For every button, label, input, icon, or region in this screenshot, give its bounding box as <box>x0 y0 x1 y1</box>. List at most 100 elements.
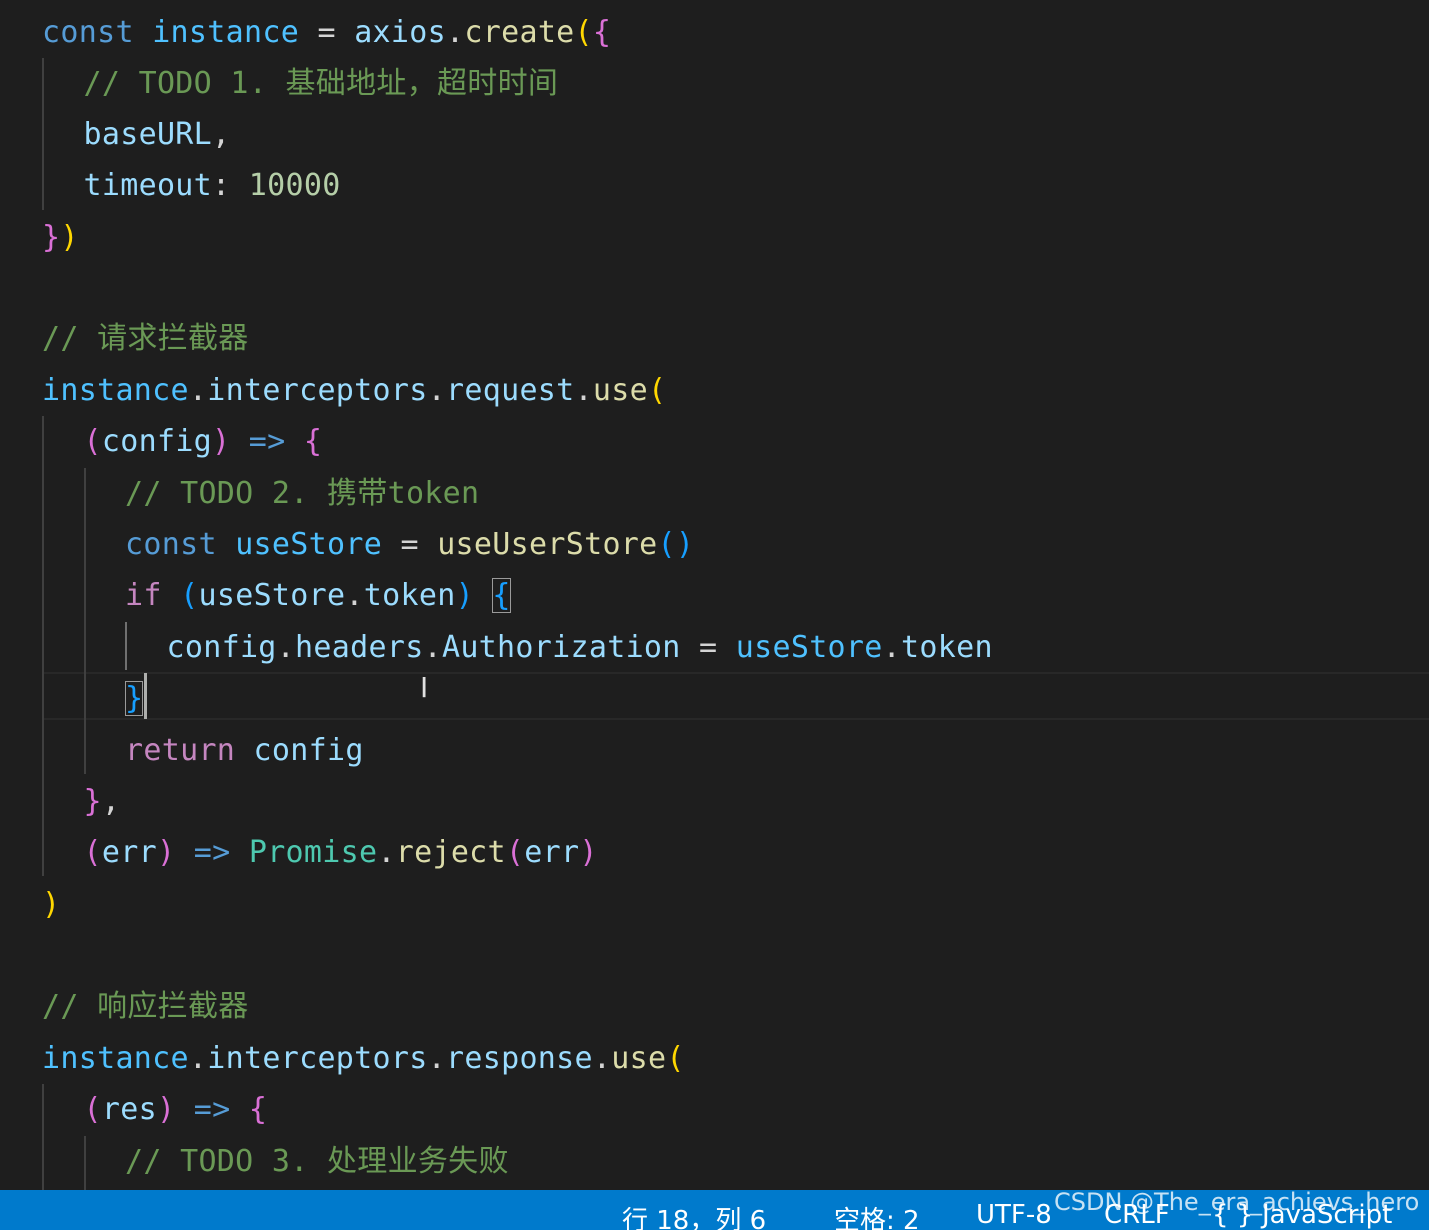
code-token: , <box>212 117 231 152</box>
code-token: ) <box>579 835 598 870</box>
code-line[interactable]: // 响应拦截器 <box>42 981 249 1032</box>
code-token: ) <box>455 578 474 613</box>
code-line[interactable]: }) <box>42 212 79 263</box>
code-token: = <box>680 630 736 665</box>
code-token: // 请求拦截器 <box>42 321 249 356</box>
watermark: CSDN @The_era_achievs_hero <box>1054 1188 1420 1216</box>
code-token: axios <box>354 15 446 50</box>
code-token: headers <box>295 630 424 665</box>
code-line[interactable]: (err) => Promise.reject(err) <box>84 827 598 878</box>
cursor-position[interactable]: 行 18，列 6 <box>622 1200 766 1230</box>
text-caret <box>144 673 147 719</box>
code-line[interactable]: const instance = axios.create({ <box>42 7 611 58</box>
code-token: ( <box>83 835 102 870</box>
code-token: . <box>574 373 593 408</box>
code-line[interactable]: baseURL, <box>84 109 231 160</box>
code-token: create <box>464 15 575 50</box>
code-token: // TODO 3. 处理业务失败 <box>125 1144 509 1179</box>
indent-guide <box>42 416 44 876</box>
indent-guide <box>84 1136 86 1190</box>
encoding-setting[interactable]: UTF-8 <box>976 1200 1052 1230</box>
code-token: { <box>303 424 323 459</box>
code-token: res <box>101 1092 157 1127</box>
code-token: // 响应拦截器 <box>42 989 249 1024</box>
code-token: instance <box>42 373 189 408</box>
code-token: { <box>248 1092 268 1127</box>
code-token: useStore <box>735 630 883 665</box>
code-token: => <box>193 835 231 870</box>
code-token: ( <box>180 578 199 613</box>
code-token: const <box>42 15 134 50</box>
code-token: . <box>446 15 465 50</box>
code-token: ) <box>212 424 231 459</box>
code-line[interactable]: (config) => { <box>84 416 323 467</box>
code-line[interactable]: config.headers.Authorization = useStore.… <box>167 622 993 673</box>
code-token: } <box>42 220 61 255</box>
code-token: timeout <box>83 168 213 203</box>
code-token: : <box>212 168 249 203</box>
code-token: reject <box>395 835 506 870</box>
code-token: config <box>166 630 277 665</box>
code-token: = <box>382 527 438 562</box>
code-token: config <box>253 733 364 768</box>
code-token: ( <box>666 1041 685 1076</box>
code-token: ( <box>83 1092 102 1127</box>
code-token: . <box>592 1041 612 1076</box>
code-token: . <box>427 373 446 408</box>
matching-bracket: { <box>492 578 511 613</box>
code-token: use <box>592 373 648 408</box>
code-line[interactable]: ) <box>42 879 60 930</box>
code-token: // TODO 1. 基础地址，超时时间 <box>83 66 559 101</box>
code-line[interactable]: const useStore = useUserStore() <box>125 519 694 570</box>
code-token: => <box>248 424 286 459</box>
code-token: baseURL <box>83 117 213 152</box>
code-editor[interactable]: I const instance = axios.create({// TODO… <box>0 0 1429 1190</box>
code-token: err <box>524 835 580 870</box>
code-token: Promise <box>248 835 378 870</box>
indent-guide-active <box>125 622 127 670</box>
code-line[interactable]: // TODO 2. 携带token <box>125 468 479 519</box>
indent-guide <box>42 1084 44 1190</box>
code-line[interactable]: (res) => { <box>84 1084 268 1135</box>
current-line-highlight <box>42 672 1429 720</box>
code-token: ) <box>156 835 176 870</box>
code-token: token <box>901 630 993 665</box>
code-token: = <box>299 15 355 50</box>
code-token: , <box>101 784 121 819</box>
code-token: instance <box>152 15 300 50</box>
code-token: interceptors <box>207 1041 428 1076</box>
code-line[interactable]: timeout: 10000 <box>84 160 341 211</box>
code-token: 10000 <box>248 168 341 203</box>
code-token: => <box>193 1092 231 1127</box>
code-line[interactable]: // 请求拦截器 <box>42 313 249 364</box>
code-token: instance <box>42 1041 189 1076</box>
code-token: Authorization <box>441 630 681 665</box>
code-line[interactable]: instance.interceptors.response.use( <box>42 1033 685 1084</box>
code-token: useUserStore <box>437 527 658 562</box>
code-line[interactable]: if (useStore.token) { <box>125 570 511 621</box>
code-line[interactable]: // TODO 3. 处理业务失败 <box>125 1136 509 1187</box>
code-line[interactable]: // TODO 1. 基础地址，超时时间 <box>84 58 559 109</box>
code-token: interceptors <box>207 373 428 408</box>
indentation-setting[interactable]: 空格: 2 <box>834 1200 920 1230</box>
code-token: ( <box>83 424 102 459</box>
code-token: token <box>363 578 456 613</box>
code-line[interactable]: }, <box>84 776 121 827</box>
matching-bracket: } <box>125 681 144 716</box>
code-token: ( <box>505 835 525 870</box>
code-line[interactable]: instance.interceptors.request.use( <box>42 365 666 416</box>
code-token: use <box>611 1041 667 1076</box>
code-line[interactable]: return config <box>125 725 364 776</box>
code-token: . <box>427 1041 446 1076</box>
code-token: ( <box>574 15 593 50</box>
code-token: . <box>188 1041 208 1076</box>
code-token: { <box>592 15 612 50</box>
code-line[interactable]: } <box>125 673 144 724</box>
